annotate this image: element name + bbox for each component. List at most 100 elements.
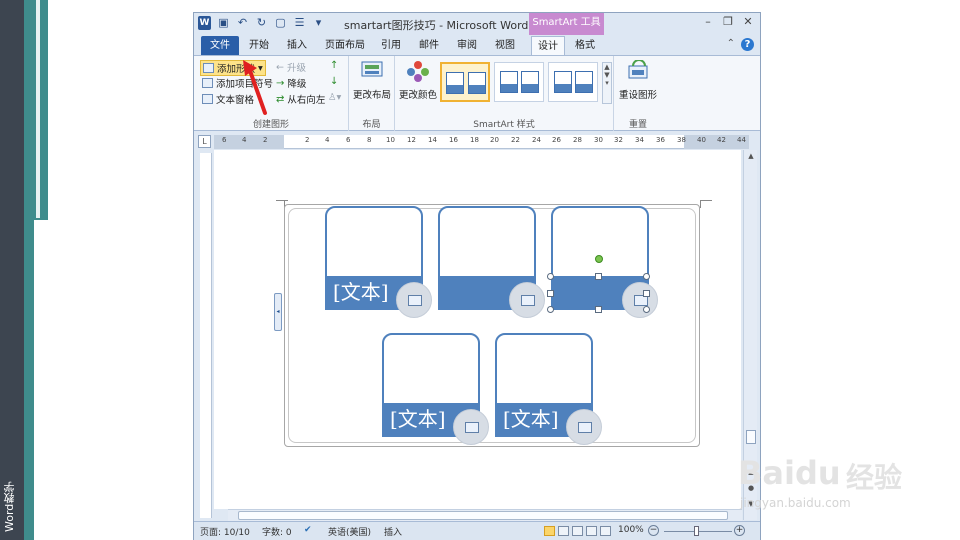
zoom-slider-thumb[interactable]: [694, 526, 699, 536]
tab-format[interactable]: 格式: [570, 36, 600, 55]
ruler-number: 6: [346, 136, 351, 144]
web-layout-icon[interactable]: [572, 526, 583, 536]
gallery-down-icon[interactable]: ▼: [603, 71, 611, 79]
reset-graphic-button[interactable]: 重设图形: [618, 60, 658, 101]
document-page[interactable]: [文本] [文本] [文本]: [214, 150, 741, 509]
ruler-number: 4: [325, 136, 330, 144]
selection-handle[interactable]: [643, 306, 650, 313]
customize-qat-icon[interactable]: ▾: [312, 16, 325, 30]
minimize-icon[interactable]: –: [700, 15, 716, 29]
close-icon[interactable]: ✕: [740, 15, 756, 29]
ruler-number: 42: [717, 136, 726, 144]
style-thumb-1[interactable]: [440, 62, 490, 102]
ruler-number: 28: [573, 136, 582, 144]
redo-icon[interactable]: ↻: [255, 16, 268, 30]
selection-handle[interactable]: [547, 273, 554, 280]
image-icon: [465, 422, 479, 433]
tab-references[interactable]: 引用: [376, 36, 406, 55]
tab-insert[interactable]: 插入: [282, 36, 312, 55]
move-down-button[interactable]: ↓: [330, 76, 338, 87]
draft-view-icon[interactable]: [600, 526, 611, 536]
outline-view-icon[interactable]: [586, 526, 597, 536]
style-thumb-2[interactable]: [494, 62, 544, 102]
selection-handle[interactable]: [547, 290, 554, 297]
left-dark-strip: [0, 0, 24, 540]
right-to-left-button[interactable]: ⇄ 从右向左: [276, 92, 325, 107]
group-label-layout: 布局: [362, 120, 381, 130]
move-up-button[interactable]: ↑: [330, 60, 338, 71]
change-colors-button[interactable]: 更改颜色: [398, 60, 438, 101]
text-pane-toggle[interactable]: ◂: [274, 293, 282, 331]
horizontal-scroll-thumb[interactable]: [238, 511, 728, 520]
rotation-handle[interactable]: [595, 255, 603, 263]
styles-gallery-scroll[interactable]: ▲ ▼ ▾: [602, 62, 612, 104]
left-white-line: [36, 0, 40, 218]
gallery-up-icon[interactable]: ▲: [603, 63, 611, 71]
ruler-number: 12: [407, 136, 416, 144]
picture-placeholder-icon[interactable]: [453, 409, 489, 445]
restore-icon[interactable]: ❐: [720, 15, 736, 29]
ruler-number: 38: [677, 136, 686, 144]
tab-review[interactable]: 审阅: [452, 36, 482, 55]
selection-handle[interactable]: [643, 290, 650, 297]
vertical-ruler[interactable]: [200, 153, 212, 518]
undo-icon[interactable]: ↶: [236, 16, 249, 30]
ruler-number: 16: [449, 136, 458, 144]
horizontal-scrollbar[interactable]: [228, 509, 742, 521]
tab-design[interactable]: 设计: [531, 36, 565, 55]
tab-file[interactable]: 文件: [201, 36, 239, 55]
image-icon: [578, 422, 592, 433]
ruler-tab-selector[interactable]: L: [198, 135, 211, 148]
word-count[interactable]: 字数: 0: [262, 525, 292, 538]
ruler-number: 10: [386, 136, 395, 144]
add-bullet-icon: [202, 78, 213, 88]
selection-handle[interactable]: [595, 273, 602, 280]
picture-placeholder-icon[interactable]: [509, 282, 545, 318]
ruler-number: 2: [305, 136, 310, 144]
baidu-watermark: Baidu 经验 jingyan.baidu.com: [730, 440, 930, 520]
gallery-more-icon[interactable]: ▾: [603, 79, 611, 87]
tab-page-layout[interactable]: 页面布局: [322, 36, 368, 55]
ruler-number: 34: [635, 136, 644, 144]
zoom-level[interactable]: 100%: [618, 525, 644, 535]
selection-handle[interactable]: [643, 273, 650, 280]
picture-placeholder-icon[interactable]: [622, 282, 658, 318]
ruler-number: 36: [656, 136, 665, 144]
smartart-frame[interactable]: [文本] [文本] [文本]: [284, 204, 700, 447]
horizontal-ruler[interactable]: 6 4 2 2 4 6 8 10 12 14 16 18 20 22 24 26…: [214, 135, 749, 149]
style-thumb-shape: [554, 71, 572, 93]
word-logo-icon[interactable]: W: [198, 16, 211, 30]
picture-placeholder-icon[interactable]: [396, 282, 432, 318]
layout-options-button[interactable]: ♙▾: [328, 92, 341, 103]
window-title: smartart图形技巧 - Microsoft Word: [344, 19, 529, 32]
picture-placeholder-icon[interactable]: [566, 409, 602, 445]
style-thumb-3[interactable]: [548, 62, 598, 102]
tab-home[interactable]: 开始: [244, 36, 274, 55]
tab-view[interactable]: 视图: [490, 36, 520, 55]
minimize-ribbon-icon[interactable]: ⌃: [727, 38, 735, 51]
zoom-out-icon[interactable]: −: [648, 525, 659, 536]
ruler-number: 8: [367, 136, 372, 144]
selection-handle[interactable]: [595, 306, 602, 313]
new-document-icon[interactable]: ▢: [274, 16, 287, 30]
move-down-icon: ↓: [330, 76, 339, 87]
selection-handle[interactable]: [547, 306, 554, 313]
quick-access-toolbar: W ▣ ↶ ↻ ▢ ☰ ▾: [198, 16, 325, 30]
change-layout-button[interactable]: 更改布局: [352, 60, 392, 101]
zoom-in-icon[interactable]: +: [734, 525, 745, 536]
change-layout-icon: [361, 61, 383, 77]
tab-mailings[interactable]: 邮件: [414, 36, 444, 55]
language-indicator[interactable]: 英语(美国): [328, 525, 371, 538]
ruler-number: 44: [737, 136, 746, 144]
full-screen-reading-icon[interactable]: [558, 526, 569, 536]
insert-mode[interactable]: 插入: [384, 525, 402, 538]
scroll-up-icon[interactable]: ▲: [746, 152, 756, 162]
help-icon[interactable]: ?: [741, 38, 754, 51]
print-layout-icon[interactable]: [544, 526, 555, 536]
page-count[interactable]: 页面: 10/10: [200, 525, 250, 538]
save-icon[interactable]: ▣: [217, 16, 230, 30]
proofing-icon[interactable]: ✔: [304, 525, 312, 535]
ruler-number: 32: [614, 136, 623, 144]
numbering-icon[interactable]: ☰: [293, 16, 306, 30]
text-pane-icon: [202, 94, 213, 104]
